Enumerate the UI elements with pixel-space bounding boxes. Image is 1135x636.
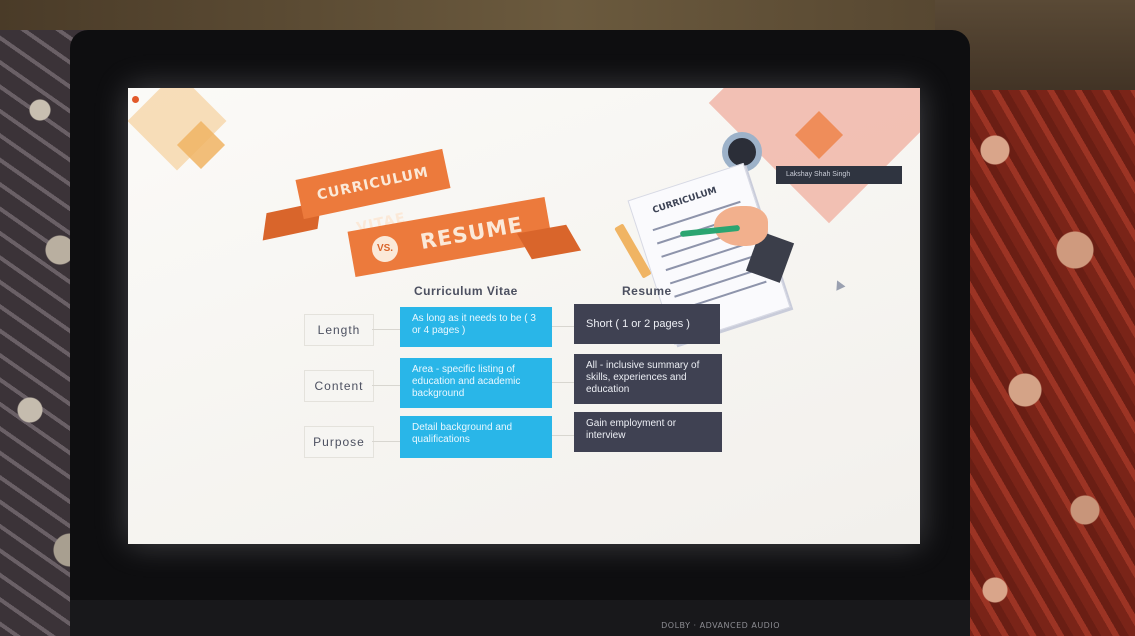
row-label-purpose: Purpose — [304, 426, 374, 458]
cell-cv-length: As long as it needs to be ( 3 or 4 pages… — [400, 307, 552, 347]
row-connector — [552, 382, 574, 383]
column-header-resume: Resume — [622, 284, 672, 298]
cell-resume-length: Short ( 1 or 2 pages ) — [574, 304, 720, 344]
row-label-content: Content — [304, 370, 374, 402]
vs-badge: VS. — [372, 236, 398, 262]
row-connector — [372, 385, 400, 386]
document-line — [669, 254, 759, 285]
row-connector — [372, 441, 400, 442]
cell-cv-purpose: Detail background and qualifications — [400, 416, 552, 458]
row-connector — [552, 435, 574, 436]
row-label-length: Length — [304, 314, 374, 346]
column-header-cv: Curriculum Vitae — [414, 284, 518, 298]
participant-name-tag: Lakshay Shah Singh — [776, 166, 902, 184]
row-connector — [552, 326, 574, 327]
laptop-base: DOLBY · ADVANCED AUDIO — [70, 600, 970, 636]
cell-cv-content: Area - specific listing of education and… — [400, 358, 552, 408]
recording-indicator-icon — [132, 96, 139, 103]
row-connector — [372, 329, 400, 330]
mouse-cursor-icon — [832, 278, 846, 291]
banner-curriculum-vitae: CURRICULUM VITAE — [295, 148, 451, 236]
cell-resume-content: All - inclusive summary of skills, exper… — [574, 354, 722, 404]
dolby-badge: DOLBY · ADVANCED AUDIO — [661, 621, 780, 630]
presentation-slide: Lakshay Shah Singh CURRICULUM VITAE RESU… — [128, 88, 920, 544]
cell-resume-purpose: Gain employment or interview — [574, 412, 722, 452]
